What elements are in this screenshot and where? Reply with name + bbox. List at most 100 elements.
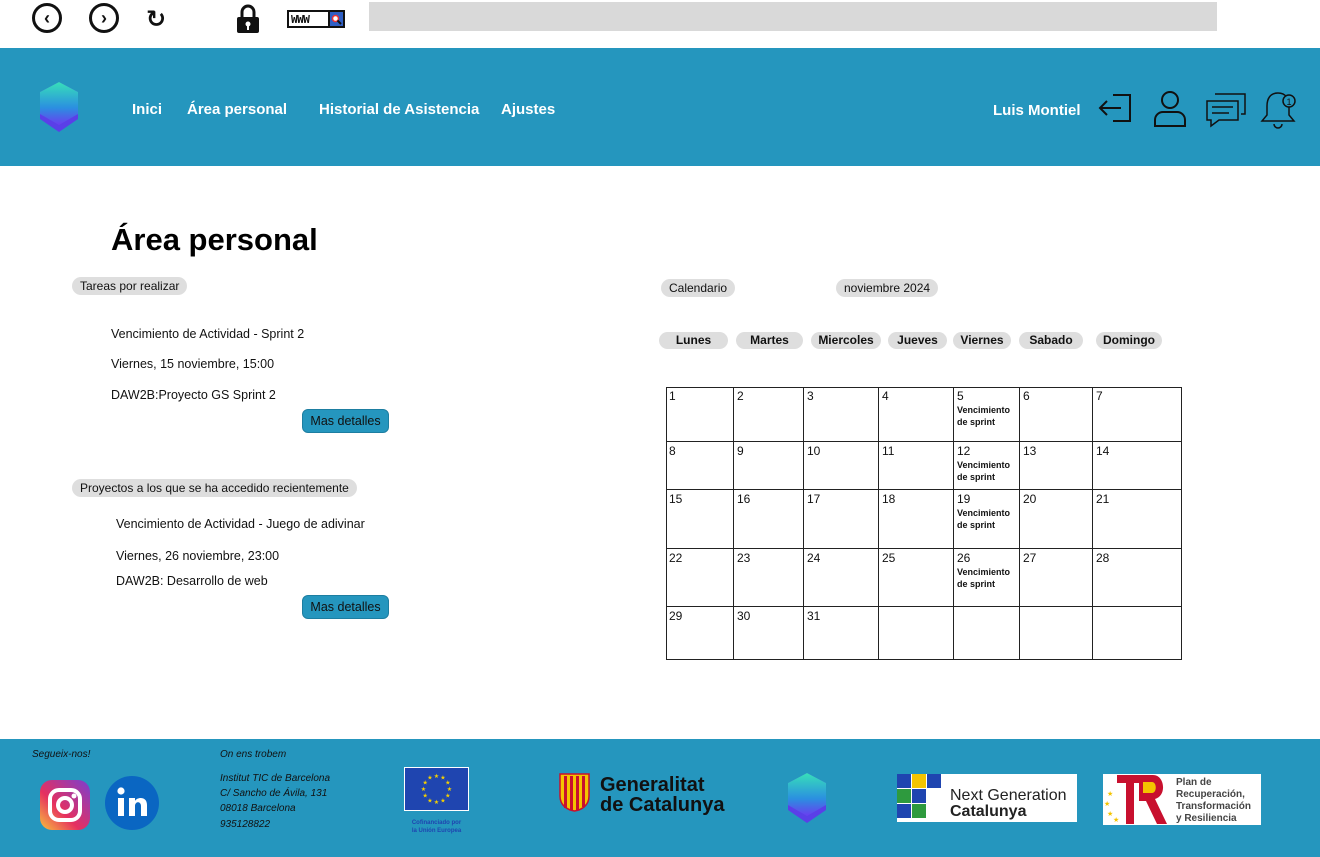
calendar-day-cell[interactable]: 17 xyxy=(804,490,879,549)
forward-arrow-icon[interactable]: › xyxy=(89,3,119,33)
calendar-day-cell[interactable]: 21 xyxy=(1093,490,1182,549)
calendar-day-number: 17 xyxy=(807,492,821,506)
calendar-day-cell[interactable]: 4 xyxy=(879,387,954,442)
phone-number: 935128822 xyxy=(220,819,271,830)
calendar-event[interactable]: Vencimiento de sprint xyxy=(957,459,1015,483)
calendar-day-cell[interactable]: 31 xyxy=(804,607,879,660)
calendar-day-cell[interactable]: 9 xyxy=(734,442,804,490)
calendar-event[interactable]: Vencimiento de sprint xyxy=(957,507,1015,531)
logout-icon[interactable] xyxy=(1097,88,1135,126)
calendar-day-number: 13 xyxy=(1023,444,1037,458)
eu-flag-icon: ★ ★★ ★★★ ★★★ ★★★ xyxy=(404,767,469,811)
calendar-day-cell[interactable] xyxy=(879,607,954,660)
calendar-day-number: 14 xyxy=(1096,444,1110,458)
recovery-line-1: Plan de xyxy=(1176,777,1212,788)
generalitat-logo-text: Generalitat de Catalunya xyxy=(600,775,724,815)
calendar-day-number: 24 xyxy=(807,551,821,565)
calendar-day-cell[interactable]: 3 xyxy=(804,387,879,442)
recovery-plan-logo: ★ ★ ★ ★ Plan de Recuperación, Transformació… xyxy=(1103,774,1261,825)
app-header: Inici Área personal Historial de Asisten… xyxy=(0,48,1320,166)
nav-inici[interactable]: Inici xyxy=(132,101,162,118)
address-line-3: 08018 Barcelona xyxy=(220,803,296,814)
recent-title: Vencimiento de Actividad - Juego de adiv… xyxy=(116,517,365,531)
svg-text:★: ★ xyxy=(427,797,432,804)
calendar-day-number: 28 xyxy=(1096,551,1110,565)
calendar-day-cell[interactable]: 19 Vencimiento de sprint xyxy=(954,490,1020,549)
svg-text:★: ★ xyxy=(423,793,428,800)
calendar-day-number: 1 xyxy=(669,389,676,403)
calendar-day-cell[interactable]: 26 Vencimiento de sprint xyxy=(954,549,1020,607)
instagram-icon[interactable] xyxy=(39,779,91,831)
calendar-day-cell[interactable]: 5 Vencimiento de sprint xyxy=(954,387,1020,442)
calendar-day-number: 29 xyxy=(669,609,683,623)
notification-bell-icon[interactable]: 1 xyxy=(1259,88,1299,130)
calendar-day-cell[interactable]: 22 xyxy=(666,549,734,607)
calendar-day-cell[interactable]: 8 xyxy=(666,442,734,490)
tasks-label: Tareas por realizar xyxy=(72,277,188,295)
messages-icon[interactable] xyxy=(1205,92,1247,128)
calendar-day-cell[interactable]: 23 xyxy=(734,549,804,607)
weekday-miercoles: Miercoles xyxy=(811,332,881,349)
task-details-button[interactable]: Mas detalles xyxy=(302,409,389,433)
recovery-plan-emblem: ★★★★ xyxy=(1104,775,1167,824)
weekday-jueves: Jueves xyxy=(888,332,947,349)
generalitat-emblem xyxy=(559,773,590,812)
reload-icon[interactable]: ↻ xyxy=(146,5,166,34)
calendar-day-cell[interactable]: 24 xyxy=(804,549,879,607)
calendar-day-cell[interactable]: 29 xyxy=(666,607,734,660)
next-generation-squares-icon xyxy=(897,774,941,818)
user-name[interactable]: Luis Montiel xyxy=(993,102,1081,119)
calendar-day-cell[interactable]: 14 xyxy=(1093,442,1182,490)
calendar-day-cell[interactable] xyxy=(954,607,1020,660)
calendar-label: Calendario xyxy=(661,279,736,297)
svg-text:★: ★ xyxy=(445,793,450,800)
calendar-day-cell[interactable]: 13 xyxy=(1020,442,1093,490)
linkedin-icon[interactable] xyxy=(105,776,159,830)
calendar-day-cell[interactable]: 11 xyxy=(879,442,954,490)
nav-historial[interactable]: Historial de Asistencia xyxy=(319,101,479,118)
calendar-day-cell[interactable]: 18 xyxy=(879,490,954,549)
www-label: WWW xyxy=(291,12,310,26)
calendar-day-cell[interactable] xyxy=(1093,607,1182,660)
calendar-day-number: 6 xyxy=(1023,389,1030,403)
calendar-day-cell[interactable]: 15 xyxy=(666,490,734,549)
svg-text:★: ★ xyxy=(427,775,432,782)
calendar-day-cell[interactable]: 10 xyxy=(804,442,879,490)
page-title: Área personal xyxy=(111,222,318,257)
calendar-day-cell[interactable]: 1 xyxy=(666,387,734,442)
back-arrow-icon[interactable]: ‹ xyxy=(32,3,62,33)
eu-cofinanced-logo: ★ ★ ★ ★ ★ ★ ★ ★ ★ ★ ★ ★ Cofinanciado por la Unió… xyxy=(404,767,469,834)
calendar-grid: 1 2 3 4 5 Vencimiento de sprint 6 7 8 9 10 11 12 Venc… xyxy=(666,387,1182,660)
calendar-day-cell[interactable]: 20 xyxy=(1020,490,1093,549)
calendar-month[interactable]: noviembre 2024 xyxy=(836,279,939,297)
lock-icon xyxy=(237,4,259,33)
magnifier-icon xyxy=(327,12,343,26)
calendar-event[interactable]: Vencimiento de sprint xyxy=(957,404,1015,428)
calendar-day-cell[interactable]: 16 xyxy=(734,490,804,549)
calendar-day-cell[interactable]: 28 xyxy=(1093,549,1182,607)
calendar-day-number: 2 xyxy=(737,389,744,403)
calendar-day-number: 9 xyxy=(737,444,744,458)
task-title: Vencimiento de Actividad - Sprint 2 xyxy=(111,327,305,341)
calendar-event[interactable]: Vencimiento de sprint xyxy=(957,566,1015,590)
calendar-day-cell[interactable]: 27 xyxy=(1020,549,1093,607)
recent-details-button[interactable]: Mas detalles xyxy=(302,595,389,619)
calendar-day-number: 25 xyxy=(882,551,896,565)
user-profile-icon[interactable] xyxy=(1151,88,1189,128)
nav-area-personal[interactable]: Área personal xyxy=(187,101,287,118)
recent-course: DAW2B: Desarrollo de web xyxy=(116,574,268,588)
calendar-day-cell[interactable]: 25 xyxy=(879,549,954,607)
calendar-day-cell[interactable]: 12 Vencimiento de sprint xyxy=(954,442,1020,490)
nav-ajustes[interactable]: Ajustes xyxy=(501,101,555,118)
calendar-day-cell[interactable]: 2 xyxy=(734,387,804,442)
calendar-day-cell[interactable] xyxy=(1020,607,1093,660)
calendar-day-number: 10 xyxy=(807,444,821,458)
calendar-day-number: 30 xyxy=(737,609,751,623)
svg-text:★: ★ xyxy=(1104,800,1110,808)
calendar-day-cell[interactable]: 30 xyxy=(734,607,804,660)
calendar-day-cell[interactable]: 7 xyxy=(1093,387,1182,442)
recent-projects-label: Proyectos a los que se ha accedido recie… xyxy=(72,479,357,497)
address-bar[interactable] xyxy=(369,2,1217,31)
calendar-day-cell[interactable]: 6 xyxy=(1020,387,1093,442)
app-logo[interactable] xyxy=(38,81,80,133)
